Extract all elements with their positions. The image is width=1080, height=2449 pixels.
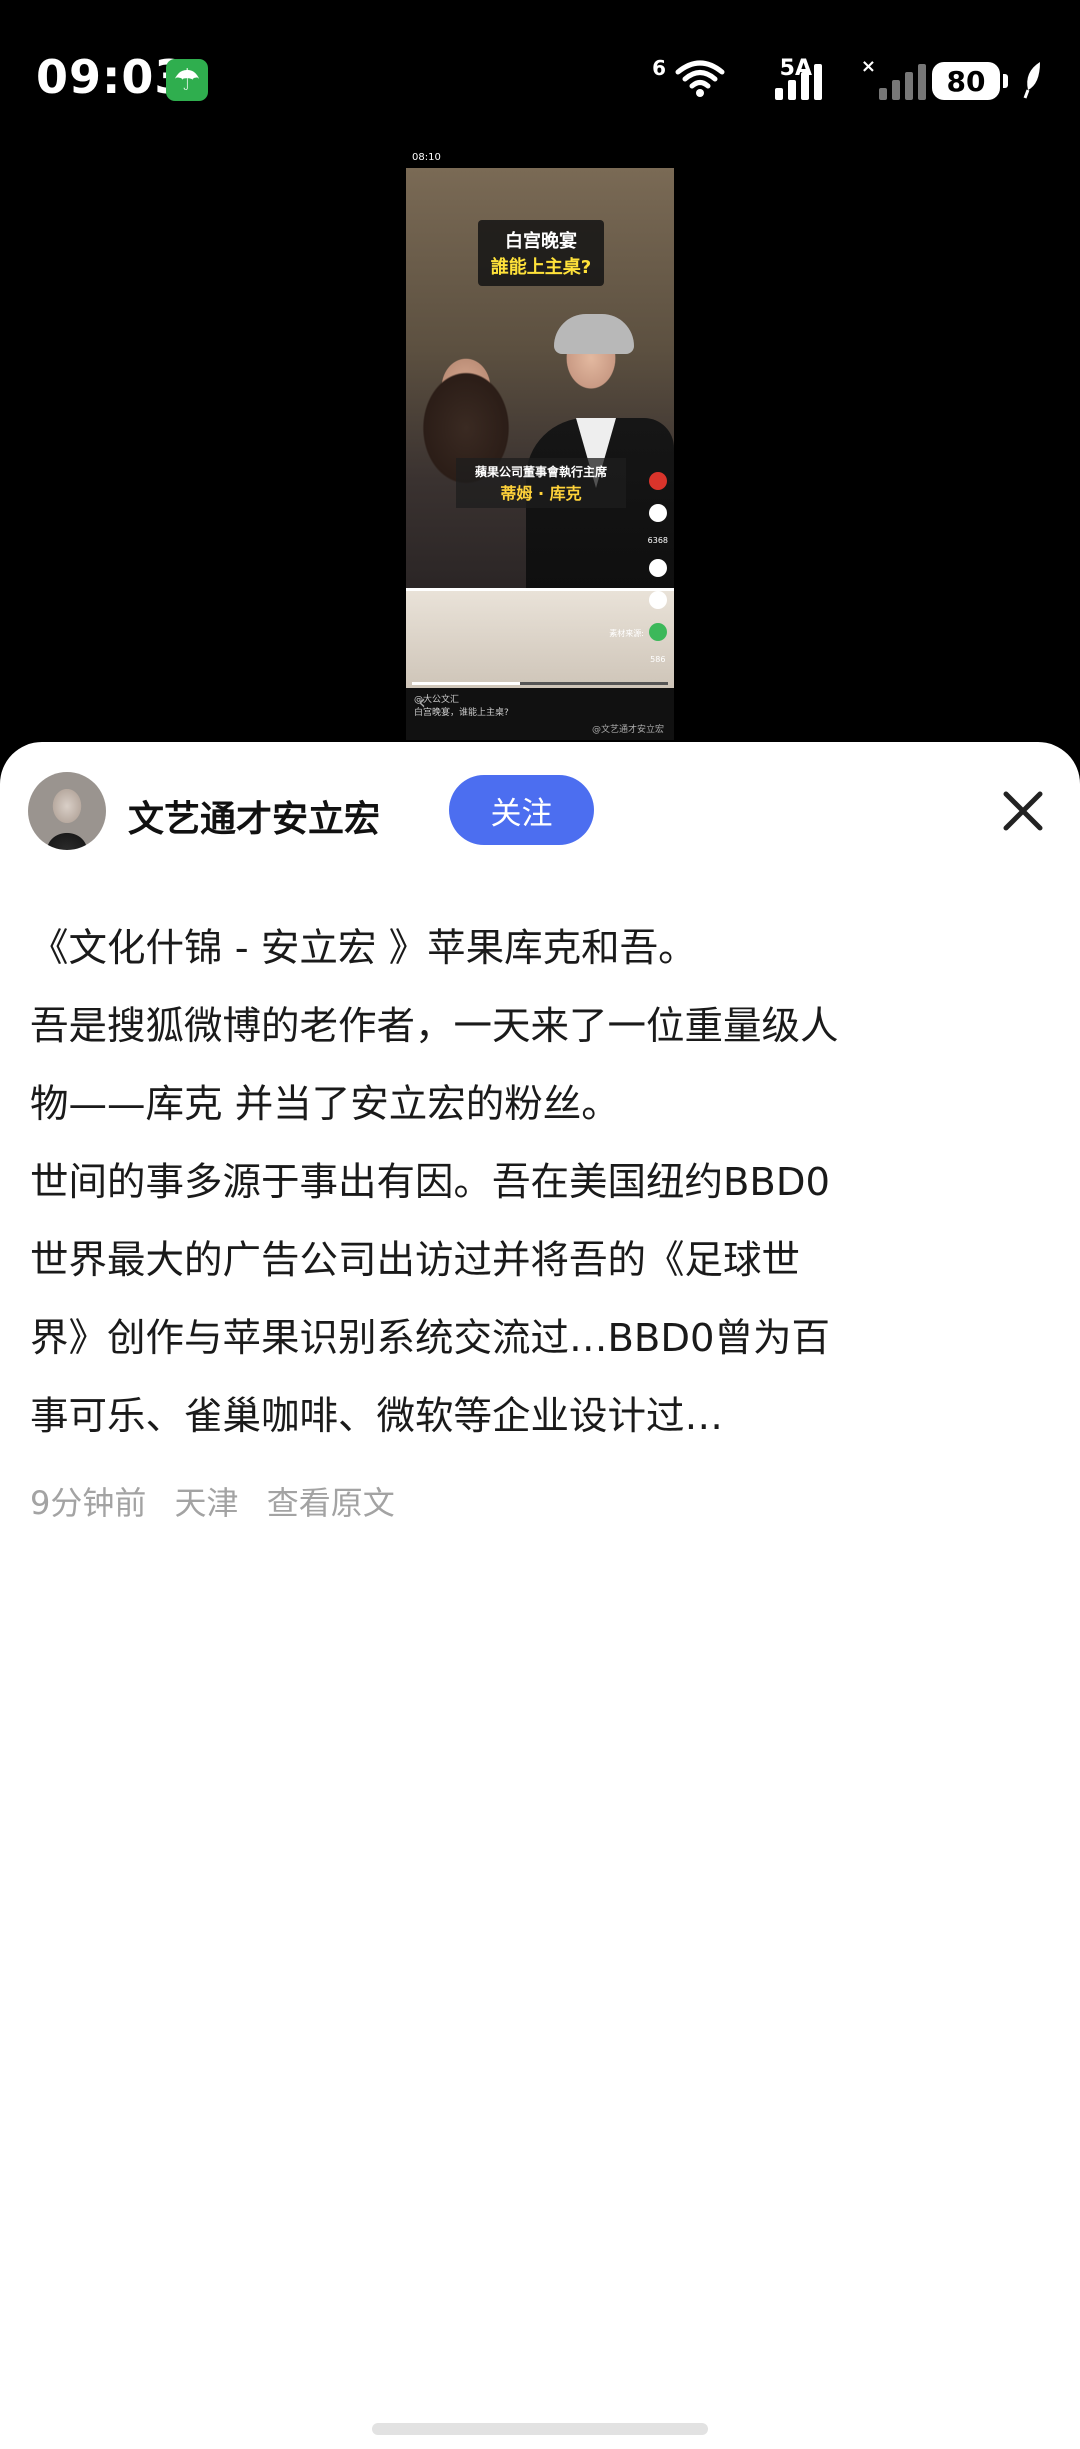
- author-name[interactable]: 文艺通才安立宏: [128, 790, 380, 842]
- video-title-line2: 誰能上主桌?: [490, 257, 592, 278]
- share-icon: [648, 623, 667, 641]
- post-line: 界》创作与苹果识别系统交流过…BBD0曾为百: [30, 1316, 830, 1361]
- view-original-link[interactable]: 查看原文: [267, 1484, 395, 1522]
- video-source-author: @大公文汇: [414, 695, 460, 705]
- back-arrow-icon: ‹: [418, 690, 426, 714]
- wifi-icon: [675, 60, 725, 97]
- creator-avatar-icon: [648, 472, 667, 490]
- post-line: 吾是搜狐微博的老作者，一天来了一位重量级人: [30, 1004, 839, 1049]
- home-indicator[interactable]: [372, 2423, 708, 2435]
- follow-button[interactable]: 关注: [449, 775, 594, 845]
- video-source-title: 白宫晚宴，谁能上主桌?: [414, 708, 509, 718]
- hair-shape: [554, 314, 634, 354]
- post-body: 《文化什锦 - 安立宏 》苹果库克和吾。 吾是搜狐微博的老作者，一天来了一位重量…: [30, 910, 1060, 1456]
- share-count: 586: [650, 655, 666, 664]
- star-icon: [648, 591, 667, 609]
- leaf-icon: [1023, 62, 1040, 99]
- post-meta: 9分钟前 天津 查看原文: [30, 1478, 413, 1524]
- post-time: 9分钟前: [30, 1484, 147, 1522]
- battery-level: 80: [946, 64, 986, 98]
- video-progress-fill: [412, 682, 520, 685]
- video-caption-line1: 蘋果公司董事會執行主席: [474, 464, 607, 479]
- status-time: 09:03: [36, 50, 188, 104]
- video-side-actions: 6368 586: [648, 472, 668, 664]
- status-icons: 6 5A × 80: [524, 56, 1044, 104]
- video-watermark: @文艺通才安立宏: [592, 725, 665, 735]
- comment-icon: [648, 559, 667, 577]
- video-title-box: 白宫晚宴 誰能上主桌?: [478, 220, 604, 286]
- like-count: 6368: [647, 536, 668, 545]
- video-title-line1: 白宫晚宴: [505, 231, 577, 252]
- media-preview[interactable]: 08:10 白宫晚宴 誰能上主桌? 蘋果公司董事會執行主席 蒂姆 · 库克 63…: [0, 150, 1080, 750]
- heart-icon: [648, 504, 667, 522]
- battery-icon: 80: [932, 62, 1008, 100]
- video-caption-line2: 蒂姆 · 库克: [500, 483, 582, 503]
- close-icon[interactable]: [996, 784, 1050, 838]
- avatar[interactable]: [28, 772, 106, 850]
- video-caption: 蘋果公司董事會執行主席 蒂姆 · 库克: [456, 458, 626, 508]
- post-sheet: 文艺通才安立宏 关注 《文化什锦 - 安立宏 》苹果库克和吾。 吾是搜狐微博的老…: [0, 742, 1080, 2449]
- video-progress-bar: [412, 682, 668, 685]
- post-location: 天津: [174, 1484, 239, 1522]
- status-bar: 09:03 ☂ 6 5A × 80: [0, 0, 1080, 150]
- video-source-label: 素材来源:: [609, 629, 644, 638]
- video-screenshot[interactable]: 08:10 白宫晚宴 誰能上主桌? 蘋果公司董事會執行主席 蒂姆 · 库克 63…: [406, 150, 674, 740]
- signal-icon-secondary: [879, 62, 926, 100]
- post-line: 《文化什锦 - 安立宏 》苹果库克和吾。: [30, 926, 697, 971]
- network-label: 6: [652, 56, 666, 80]
- post-line: 世间的事多源于事出有因。吾在美国纽约BBD0: [30, 1160, 830, 1205]
- post-line: 事可乐、雀巢咖啡、微软等企业设计过…: [30, 1394, 724, 1439]
- post-line: 物——库克 并当了安立宏的粉丝。: [30, 1082, 620, 1127]
- signal-icon: [775, 62, 822, 100]
- no-signal-icon: ×: [860, 56, 876, 77]
- video-status-time: 08:10: [406, 150, 674, 168]
- umbrella-icon: ☂: [166, 59, 208, 101]
- post-line: 世界最大的广告公司出访过并将吾的《足球世: [30, 1238, 801, 1283]
